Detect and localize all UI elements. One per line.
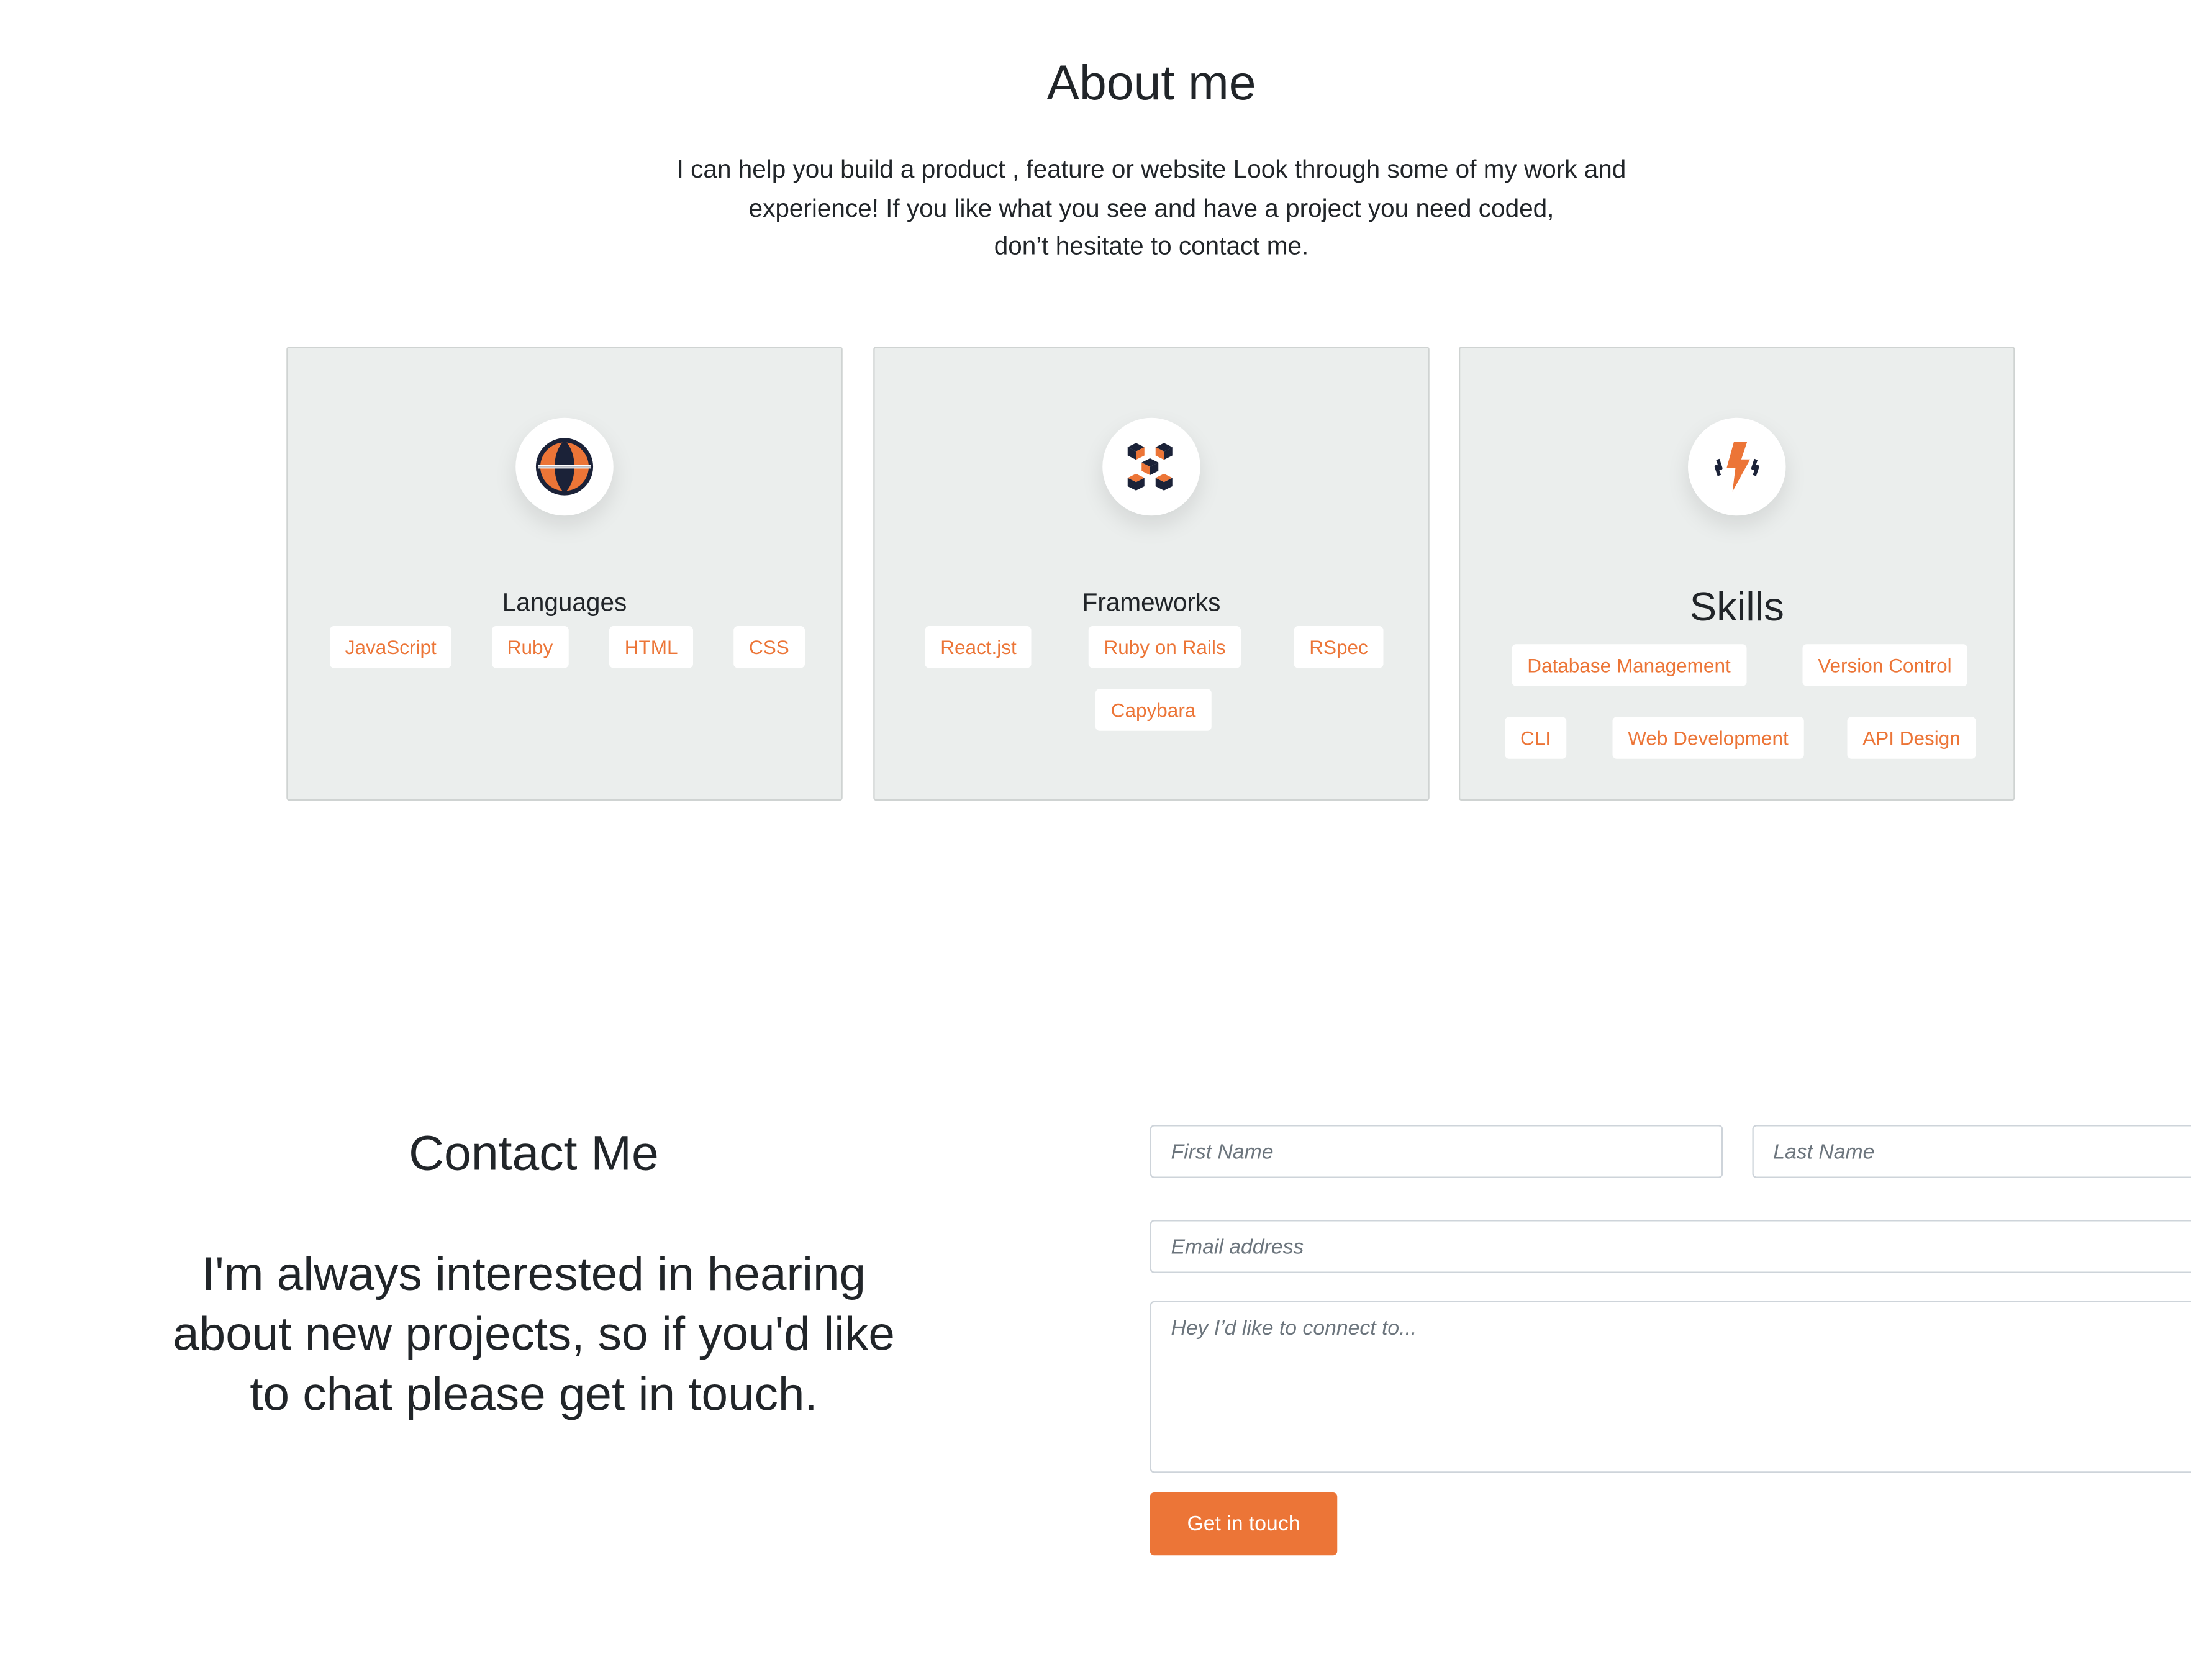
tag-chip: Ruby on Rails <box>1089 626 1241 668</box>
tag-chip: Capybara <box>1096 689 1211 731</box>
tag-chip: Version Control <box>1803 644 1967 686</box>
languages-card: Languages JavaScript Ruby HTML CSS <box>286 347 843 801</box>
email-input[interactable] <box>1150 1220 2191 1273</box>
tag-chip: Web Development <box>1613 717 1804 759</box>
tag-chip: Database Management <box>1512 644 1746 686</box>
icon-circle <box>1688 418 1786 516</box>
about-text-line: experience! If you like what you see and… <box>663 189 1641 228</box>
globe-icon <box>535 437 594 496</box>
contact-text-line: I'm always interested in hearing <box>140 1245 928 1305</box>
last-name-input[interactable] <box>1753 1125 2191 1178</box>
frameworks-card: Frameworks React.jst Ruby on Rails RSpec… <box>873 347 1430 801</box>
tag-chip: React.jst <box>925 626 1032 668</box>
tag-chip: CSS <box>733 626 804 668</box>
contact-description: I'm always interested in hearing about n… <box>140 1245 928 1425</box>
message-textarea[interactable] <box>1150 1301 2191 1473</box>
card-title: Languages <box>288 588 841 617</box>
lightning-icon <box>1708 437 1767 496</box>
first-name-input[interactable] <box>1150 1125 1723 1178</box>
blocks-icon <box>1123 439 1179 495</box>
contact-text-line: about new projects, so if you'd like <box>140 1305 928 1366</box>
about-title: About me <box>0 56 2191 112</box>
about-text-line: I can help you build a product , feature… <box>663 151 1641 189</box>
about-text-line: don’t hesitate to contact me. <box>663 228 1641 266</box>
card-title: Frameworks <box>875 588 1428 617</box>
skills-card: Skills Database Management Version Contr… <box>1459 347 2015 801</box>
tag-chip: HTML <box>609 626 693 668</box>
tag-chip: RSpec <box>1294 626 1384 668</box>
tag-chip: CLI <box>1505 717 1566 759</box>
card-title: Skills <box>1460 586 2013 632</box>
page: About me I can help you build a product … <box>0 0 2191 1680</box>
get-in-touch-button[interactable]: Get in touch <box>1150 1492 1338 1555</box>
tag-chip: JavaScript <box>330 626 452 668</box>
tag-chip: API Design <box>1848 717 1976 759</box>
icon-circle <box>515 418 614 516</box>
contact-text-line: to chat please get in touch. <box>140 1365 928 1425</box>
about-description: I can help you build a product , feature… <box>663 151 1641 266</box>
tag-chip: Ruby <box>492 626 568 668</box>
icon-circle <box>1102 418 1200 516</box>
contact-title: Contact Me <box>0 1127 1068 1183</box>
